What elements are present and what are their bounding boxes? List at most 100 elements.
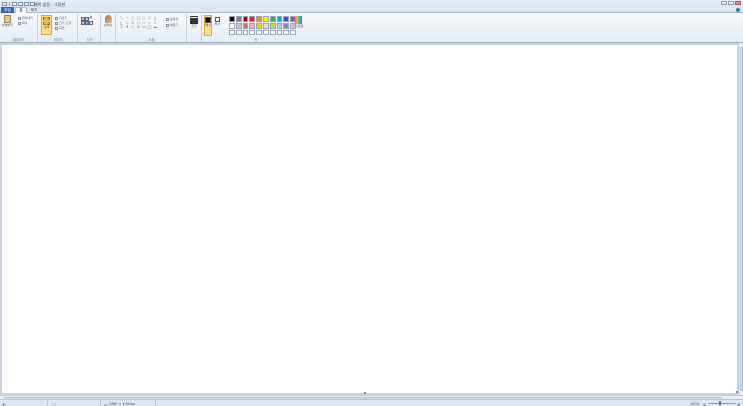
palette-swatch[interactable] (256, 16, 262, 22)
palette-swatch[interactable] (256, 22, 262, 29)
rotate-icon (55, 26, 58, 30)
crop-label: 자르기 (59, 16, 68, 20)
palette-swatch[interactable] (276, 22, 283, 29)
up-arrow-shape-icon[interactable]: ⇧ (153, 21, 158, 25)
palette-swatch[interactable] (262, 22, 269, 29)
copy-button[interactable]: 복사 (18, 21, 28, 25)
undo-icon[interactable] (17, 1, 23, 6)
fill-bucket-icon[interactable] (85, 17, 89, 21)
cursor-position-icon: ✛ (2, 401, 6, 406)
vertical-scrollbar[interactable] (738, 43, 743, 395)
palette-swatch[interactable] (262, 16, 269, 22)
vertical-scroll-thumb[interactable] (739, 47, 743, 391)
palette-swatch[interactable] (283, 16, 290, 22)
oval-callout-shape-icon[interactable]: ◯ (147, 25, 152, 29)
select-button[interactable]: 선택 (41, 15, 52, 35)
line-size-icon (190, 16, 198, 24)
palette-swatch[interactable] (229, 16, 235, 22)
crop-button[interactable]: 자르기 (55, 16, 67, 20)
palette-swatch[interactable] (276, 16, 283, 22)
maximize-button[interactable] (728, 0, 734, 5)
magnifier-icon[interactable] (89, 21, 93, 25)
palette-swatch[interactable] (256, 29, 262, 36)
palette-swatch[interactable] (249, 16, 256, 22)
resize-button[interactable]: 크기 조정 (55, 21, 71, 25)
canvas-size-icon: ▭ (104, 401, 108, 406)
cut-button[interactable]: 잘라내기 (18, 16, 33, 20)
paste-label: 붙여넣기 (2, 23, 14, 27)
eraser-icon[interactable] (81, 21, 85, 25)
paint-app-icon[interactable] (2, 1, 7, 6)
color2-button[interactable]: 색 2 (213, 17, 221, 35)
cloud-callout-shape-icon[interactable]: ☁ (153, 25, 158, 29)
line-shape-icon[interactable]: ╲ (119, 16, 124, 20)
zoom-level-value: 100% (690, 401, 700, 406)
zoom-slider-track[interactable] (708, 403, 736, 404)
palette-swatch[interactable] (235, 29, 242, 36)
palette-swatch[interactable] (283, 22, 290, 29)
palette-swatch[interactable] (276, 29, 283, 36)
left-arrow-shape-icon[interactable]: ⇦ (147, 21, 152, 25)
canvas-resize-handle-bottom[interactable] (364, 392, 366, 394)
palette-swatch[interactable] (242, 29, 249, 36)
fill-button[interactable]: 채우기 (166, 23, 178, 27)
palette-swatch[interactable] (242, 16, 249, 22)
palette-swatch[interactable] (290, 22, 296, 29)
rotate-button[interactable]: 회전 (55, 26, 65, 30)
right-triangle-shape-icon[interactable]: ◺ (119, 21, 124, 25)
text-tool-icon[interactable]: A (89, 17, 93, 21)
curve-shape-icon[interactable]: ∽ (125, 16, 130, 20)
save-icon[interactable] (11, 1, 17, 6)
palette-swatch[interactable] (229, 22, 235, 29)
down-arrow-shape-icon[interactable]: ⇩ (119, 25, 124, 29)
four-point-star-shape-icon[interactable]: ✦ (125, 25, 130, 29)
title-bar: 제목 없음 - 그림판 (0, 0, 743, 7)
palette-swatch[interactable] (290, 16, 296, 22)
polygon-shape-icon[interactable]: ⬠ (147, 16, 152, 20)
palette-swatch[interactable] (235, 22, 242, 29)
triangle-shape-icon[interactable]: △ (153, 16, 158, 20)
help-icon[interactable] (736, 8, 740, 12)
zoom-in-button[interactable]: ⊕ (737, 402, 740, 406)
five-point-star-shape-icon[interactable]: ☆ (130, 25, 135, 29)
palette-swatch[interactable] (283, 29, 290, 36)
palette-swatch[interactable] (269, 22, 276, 29)
close-button[interactable] (735, 0, 741, 5)
brushes-button[interactable]: 브러시 (104, 15, 112, 27)
paste-icon (4, 15, 12, 23)
brush-icon (104, 15, 112, 23)
status-divider (155, 401, 156, 406)
redo-icon[interactable] (23, 1, 29, 6)
palette-swatch[interactable] (242, 22, 249, 29)
hexagon-shape-icon[interactable]: ⬡ (136, 21, 141, 25)
rounded-rectangle-shape-icon[interactable]: ▢ (141, 16, 146, 20)
palette-swatch[interactable] (229, 29, 235, 36)
six-point-star-shape-icon[interactable]: ✡ (136, 25, 141, 29)
right-arrow-shape-icon[interactable]: ⇨ (141, 21, 146, 25)
palette-swatch[interactable] (290, 29, 296, 36)
cursor-position: ✛ (2, 402, 5, 406)
drawing-canvas[interactable] (2, 45, 737, 393)
clipboard-group: 붙여넣기 잘라내기 복사 클립보드 (1, 14, 38, 42)
rectangle-shape-icon[interactable]: □ (136, 16, 141, 20)
color-picker-icon[interactable] (85, 21, 89, 25)
pencil-icon[interactable] (81, 17, 85, 21)
palette-swatch[interactable] (262, 29, 269, 36)
size-button[interactable]: 크기 (190, 16, 198, 28)
rect-callout-shape-icon[interactable]: ▭ (141, 25, 146, 29)
outline-button[interactable]: 윤곽선 (166, 17, 178, 21)
pentagon-shape-icon[interactable]: ⬠ (130, 21, 135, 25)
palette-swatch[interactable] (249, 29, 256, 36)
palette-swatch[interactable] (269, 29, 276, 36)
zoom-out-button[interactable]: ⊖ (703, 402, 706, 406)
image-group-label: 이미지 (53, 38, 63, 42)
zoom-slider-thumb[interactable] (719, 401, 721, 405)
oval-shape-icon[interactable]: ○ (130, 16, 135, 20)
palette-swatch[interactable] (235, 16, 242, 22)
paste-button[interactable]: 붙여넣기 (2, 15, 13, 27)
diamond-shape-icon[interactable]: ◇ (125, 21, 130, 25)
color1-button[interactable]: 색 1 (204, 15, 212, 36)
palette-swatch[interactable] (249, 22, 256, 29)
minimize-button[interactable] (721, 0, 727, 5)
palette-swatch[interactable] (269, 16, 276, 22)
